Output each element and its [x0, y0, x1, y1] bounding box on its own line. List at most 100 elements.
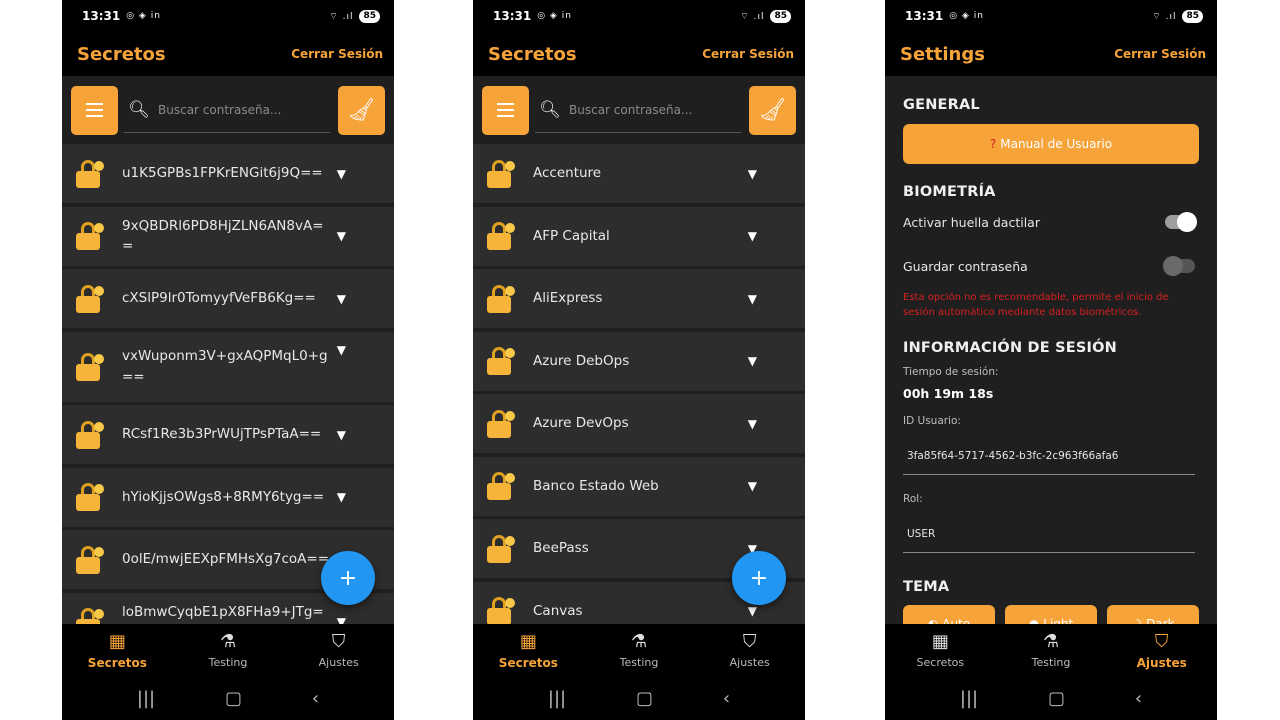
list-item[interactable]: cXSlP9lr0TomyyfVeFB6Kg== ▼ — [62, 269, 394, 328]
expand-arrow-icon[interactable]: ▼ — [337, 343, 346, 357]
theme-auto-button[interactable]: ◐ Auto — [903, 605, 995, 624]
huella-toggle[interactable] — [1165, 212, 1197, 232]
app-bar: Settings Cerrar Sesión — [885, 32, 1217, 76]
nav-ajustes[interactable]: ⛉ Ajustes — [694, 624, 805, 676]
expand-arrow-icon[interactable]: ▼ — [337, 428, 346, 442]
list-item[interactable]: u1K5GPBs1FPKrENGit6j9Q== ▼ — [62, 144, 394, 203]
item-name: Azure DebOps — [533, 352, 630, 369]
expand-arrow-icon[interactable]: ▼ — [748, 229, 757, 243]
menu-button[interactable] — [71, 85, 118, 135]
search-input[interactable] — [154, 102, 330, 117]
expand-arrow-icon[interactable]: ▼ — [337, 167, 346, 181]
item-name: BeePass — [533, 540, 589, 557]
item-name: hYioKjjsOWgs8+8RMY6tyg== — [122, 488, 325, 505]
list-item[interactable]: Azure DebOps ▼ — [473, 331, 805, 391]
rol-label: Rol: — [903, 493, 923, 505]
logout-button[interactable]: Cerrar Sesión — [702, 47, 794, 61]
battery-icon: 85 — [770, 9, 791, 23]
list-item[interactable]: AFP Capital ▼ — [473, 206, 805, 266]
lock-icon — [75, 221, 104, 251]
bottom-nav: ▦ Secretos ⚗ Testing ⛉ Ajustes — [62, 624, 394, 676]
biometria-header: BIOMETRÍA — [903, 184, 996, 200]
back-icon[interactable]: ‹ — [723, 688, 730, 709]
home-icon[interactable]: ▢ — [636, 688, 653, 709]
lock-icon — [75, 159, 104, 189]
nav-testing[interactable]: ⚗ Testing — [584, 624, 695, 676]
list-item[interactable]: 9xQBDRl6PD8HjZLN6AN8vA== ▼ — [62, 206, 394, 266]
clear-button[interactable]: 🧹︎ — [749, 85, 796, 135]
list-item[interactable]: Banco Estado Web ▼ — [473, 456, 805, 516]
nav-ajustes[interactable]: ⛉ Ajustes — [283, 624, 394, 676]
expand-arrow-icon[interactable]: ▼ — [337, 615, 346, 624]
manual-button[interactable]: ? Manual de Usuario — [903, 124, 1199, 164]
list-item[interactable]: AliExpress ▼ — [473, 269, 805, 328]
page-title: Settings — [900, 43, 985, 65]
lock-icon — [75, 607, 104, 624]
expand-arrow-icon[interactable]: ▼ — [748, 292, 757, 306]
lock-icon — [486, 346, 515, 376]
page-title: Secretos — [77, 43, 166, 65]
testing-icon: ⚗ — [219, 631, 237, 652]
recents-icon[interactable]: ||| — [548, 688, 566, 709]
shield-icon: ⛉ — [742, 631, 757, 652]
search-icon: 🔍︎ — [539, 99, 561, 120]
phone-settings: 13:31 ◎ ◈ in ⌔ .ıl 85 Settings Cerrar Sesi… — [885, 0, 1217, 720]
expand-arrow-icon[interactable]: ▼ — [337, 292, 346, 306]
list-item[interactable]: RCsf1Re3b3PrWUjTPsPTaA== ▼ — [62, 405, 394, 464]
nav-secretos[interactable]: ▦ Secretos — [473, 624, 584, 676]
system-nav: ||| ▢ ‹ — [473, 676, 805, 720]
item-name: Azure DevOps — [533, 415, 629, 432]
list-item[interactable]: hYioKjjsOWgs8+8RMY6tyg== ▼ — [62, 467, 394, 527]
add-secret-button[interactable]: + — [321, 551, 375, 605]
expand-arrow-icon[interactable]: ▼ — [748, 354, 757, 368]
expand-arrow-icon[interactable]: ▼ — [748, 417, 757, 431]
app-bar: Secretos Cerrar Sesión — [62, 32, 394, 76]
search-input[interactable] — [565, 102, 741, 117]
item-name: u1K5GPBs1FPKrENGit6j9Q== — [122, 165, 323, 182]
item-name: Banco Estado Web — [533, 477, 659, 494]
lock-icon — [75, 284, 104, 314]
expand-arrow-icon[interactable]: ▼ — [748, 167, 757, 181]
status-time: 13:31 — [905, 9, 944, 23]
expand-arrow-icon[interactable]: ▼ — [748, 604, 757, 618]
vault-icon: ▦ — [108, 630, 126, 652]
lock-icon — [75, 352, 104, 382]
expand-arrow-icon[interactable]: ▼ — [748, 479, 757, 493]
nav-secretos[interactable]: ▦ Secretos — [62, 624, 173, 676]
guardar-toggle[interactable] — [1163, 256, 1195, 276]
add-secret-button[interactable]: + — [732, 551, 786, 605]
item-name: vxWuponm3V+gxAQPMqL0+g== — [122, 348, 328, 385]
status-time: 13:31 — [493, 9, 532, 23]
list-item[interactable]: Azure DevOps ▼ — [473, 394, 805, 453]
system-nav: ||| ▢ ‹ — [885, 676, 1217, 720]
notification-icons: ◎ ◈ in — [537, 11, 572, 21]
system-nav: ||| ▢ ‹ — [62, 676, 394, 720]
menu-button[interactable] — [482, 85, 529, 135]
nav-ajustes[interactable]: ⛉ Ajustes — [1106, 624, 1217, 676]
list-item[interactable]: Accenture ▼ — [473, 144, 805, 203]
list-item[interactable]: vxWuponm3V+gxAQPMqL0+g== ▼ — [62, 331, 394, 402]
home-icon[interactable]: ▢ — [1048, 688, 1065, 709]
back-icon[interactable]: ‹ — [312, 688, 319, 709]
expand-arrow-icon[interactable]: ▼ — [337, 229, 346, 243]
tiempo-label: Tiempo de sesión: — [903, 366, 999, 378]
back-icon[interactable]: ‹ — [1135, 688, 1142, 709]
bottom-nav: ▦ Secretos ⚗ Testing ⛉ Ajustes — [473, 624, 805, 676]
theme-dark-button[interactable]: ☽ Dark — [1107, 605, 1199, 624]
lock-icon — [486, 596, 515, 624]
recents-icon[interactable]: ||| — [960, 688, 978, 709]
nav-testing[interactable]: ⚗ Testing — [173, 624, 284, 676]
moon-icon: ☽ — [1131, 617, 1143, 624]
expand-arrow-icon[interactable]: ▼ — [337, 490, 346, 504]
nav-secretos[interactable]: ▦ Secretos — [885, 624, 996, 676]
clear-button[interactable]: 🧹︎ — [338, 85, 385, 135]
recents-icon[interactable]: ||| — [137, 688, 155, 709]
logout-button[interactable]: Cerrar Sesión — [1114, 47, 1206, 61]
nav-testing[interactable]: ⚗ Testing — [996, 624, 1107, 676]
guardar-label: Guardar contraseña — [903, 258, 1028, 274]
home-icon[interactable]: ▢ — [225, 688, 242, 709]
logout-button[interactable]: Cerrar Sesión — [291, 47, 383, 61]
settings-panel: GENERAL ? Manual de Usuario BIOMETRÍA Act… — [885, 76, 1217, 624]
theme-light-button[interactable]: ● Light — [1005, 605, 1097, 624]
tema-header: TEMA — [903, 579, 950, 595]
